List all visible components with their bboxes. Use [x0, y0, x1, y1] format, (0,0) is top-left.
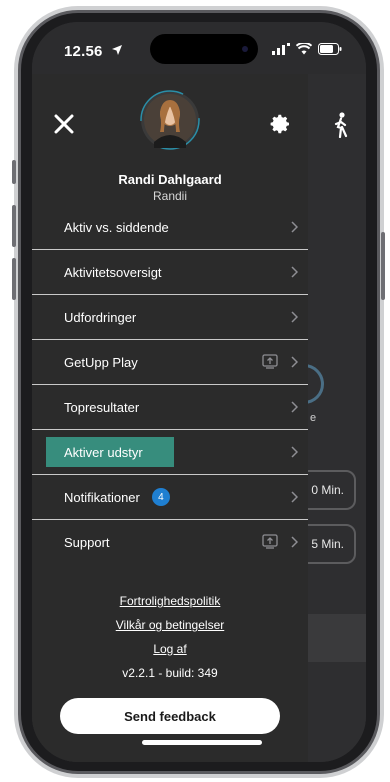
walking-person-icon[interactable]	[332, 112, 350, 138]
menu-item-aktiver-udstyr[interactable]: Aktiver udstyr	[32, 430, 308, 475]
menu-item-label: Aktiv vs. siddende	[64, 219, 169, 235]
side-drawer: Randi Dahlgaard Randii Aktiv vs. siddend…	[32, 74, 308, 762]
duration-pill-label: 5 Min.	[311, 537, 344, 551]
menu-item-getupp-play[interactable]: GetUpp Play	[32, 340, 308, 385]
chevron-right-icon	[291, 536, 298, 548]
user-handle: Randii	[152, 189, 188, 203]
status-bar: 12.56	[32, 22, 366, 74]
dynamic-island	[150, 34, 258, 64]
privacy-policy-link[interactable]: Fortrolighedspolitik	[32, 589, 308, 613]
chevron-right-icon	[291, 311, 298, 323]
logout-link[interactable]: Log af	[32, 637, 308, 661]
duration-pill-label: 0 Min.	[311, 483, 344, 497]
chevron-right-icon	[291, 491, 298, 503]
menu-item-label: GetUpp Play	[64, 354, 138, 370]
signal-icon	[272, 43, 290, 55]
menu-item-udfordringer[interactable]: Udfordringer	[32, 295, 308, 340]
external-link-icon	[262, 354, 278, 369]
status-icons	[272, 43, 342, 55]
background-label: e	[310, 412, 317, 424]
chevron-right-icon	[291, 401, 298, 413]
menu-item-label: Topresultater	[64, 399, 140, 415]
menu-item-label: Udfordringer	[64, 309, 137, 325]
power-button	[381, 232, 385, 300]
wifi-icon	[296, 43, 312, 55]
close-icon[interactable]	[52, 112, 76, 136]
menu-item-label: Support	[64, 535, 110, 550]
drawer-header: Randi Dahlgaard Randii	[32, 74, 308, 224]
chevron-right-icon	[291, 356, 298, 368]
menu-item-label: Aktivitetsoversigt	[64, 264, 162, 280]
menu-item-aktivitetsoversigt[interactable]: Aktivitetsoversigt	[32, 250, 308, 295]
menu-item-topresultater[interactable]: Topresultater	[32, 385, 308, 430]
volume-up-button	[12, 205, 16, 247]
chevron-right-icon	[291, 266, 298, 278]
notification-badge: 4	[151, 488, 170, 506]
battery-icon	[318, 43, 342, 55]
drawer-footer: Fortrolighedspolitik Vilkår og betingels…	[32, 589, 308, 685]
menu-item-label: Aktiver udstyr	[64, 444, 143, 460]
menu-item-label: Notifikationer	[64, 489, 140, 505]
terms-link[interactable]: Vilkår og betingelser	[32, 613, 308, 637]
send-feedback-button[interactable]: Send feedback	[60, 698, 280, 734]
volume-down-button	[12, 258, 16, 300]
status-time: 12.56	[64, 43, 103, 60]
chevron-right-icon	[291, 221, 298, 233]
version-label: v2.2.1 - build: 349	[122, 666, 218, 680]
location-arrow-icon	[112, 45, 122, 55]
menu-item-notifikationer[interactable]: Notifikationer 4	[32, 475, 308, 520]
phone-screen: 12.56 e 0 Min. 5 Min. Randi Dahlgaard Ra…	[32, 22, 366, 762]
external-link-icon	[262, 534, 278, 549]
menu-item-aktiv-vs-siddende[interactable]: Aktiv vs. siddende	[32, 205, 308, 250]
gear-icon[interactable]	[268, 112, 292, 136]
drawer-menu: Aktiv vs. siddende Aktivitetsoversigt Ud…	[32, 205, 308, 565]
home-indicator[interactable]	[142, 740, 262, 745]
menu-item-support[interactable]: Support	[32, 520, 308, 565]
camera-dot	[242, 46, 248, 52]
user-name: Randi Dahlgaard	[118, 172, 222, 187]
silent-switch	[12, 160, 16, 184]
avatar[interactable]	[140, 90, 200, 150]
chevron-right-icon	[291, 446, 298, 458]
